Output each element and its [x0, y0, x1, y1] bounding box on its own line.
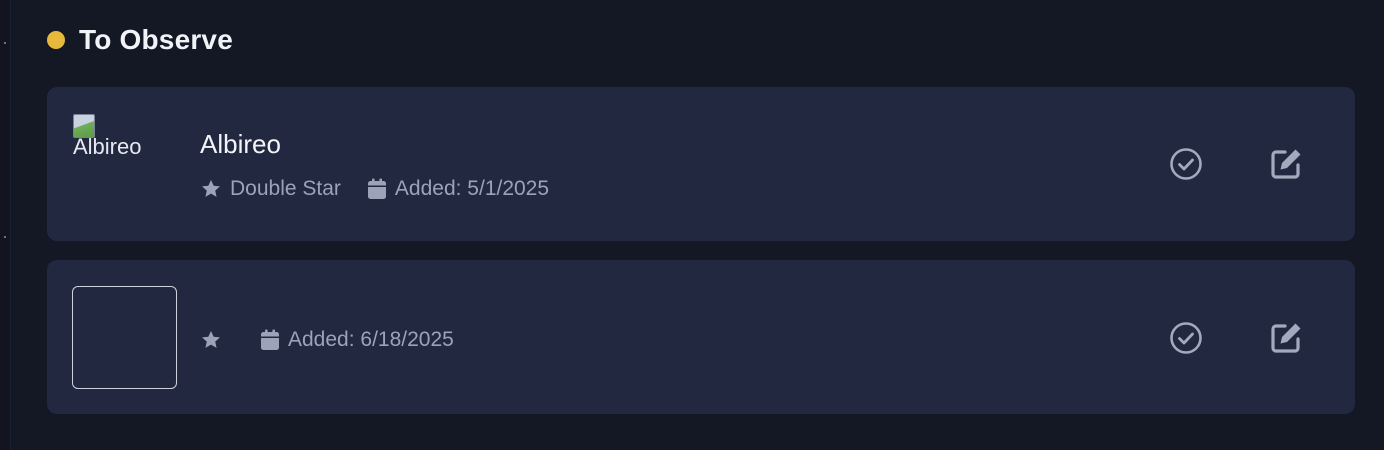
section-title: To Observe	[79, 24, 233, 55]
object-type: Double Star	[200, 177, 341, 201]
left-panel-edge	[0, 0, 11, 450]
observation-card[interactable]: Added: 6/18/2025	[47, 260, 1355, 414]
added-date: Added: 6/18/2025	[260, 328, 454, 352]
edit-icon	[1271, 323, 1301, 353]
edge-marker	[4, 42, 6, 44]
check-circle-icon	[1170, 322, 1202, 354]
status-dot	[47, 31, 65, 49]
added-date: Added: 5/1/2025	[367, 177, 549, 201]
object-image	[72, 286, 177, 389]
edit-button[interactable]	[1266, 318, 1306, 358]
check-circle-icon	[1170, 148, 1202, 180]
edge-marker	[4, 236, 6, 238]
calendar-icon	[261, 329, 279, 350]
mark-observed-button[interactable]	[1166, 144, 1206, 184]
section-header: To Observe	[47, 22, 233, 58]
edit-button[interactable]	[1266, 144, 1306, 184]
image-alt-text: Albireo	[73, 134, 142, 159]
calendar-icon	[367, 178, 386, 199]
added-date-label: Added: 6/18/2025	[288, 328, 454, 351]
object-name: Albireo	[200, 129, 281, 159]
star-icon	[202, 180, 220, 197]
object-type-label: Double Star	[230, 177, 341, 200]
star-icon	[202, 331, 220, 348]
observation-card[interactable]: Albireo Albireo Double Star Added: 5/1/2…	[47, 87, 1355, 241]
mark-observed-button[interactable]	[1166, 318, 1206, 358]
edit-icon	[1271, 149, 1301, 179]
added-date-label: Added: 5/1/2025	[394, 177, 550, 200]
object-type	[200, 329, 230, 351]
meta-row: Double Star Added: 5/1/2025	[200, 177, 575, 201]
meta-row: Added: 6/18/2025	[200, 328, 480, 352]
object-image: Albireo	[73, 114, 177, 218]
